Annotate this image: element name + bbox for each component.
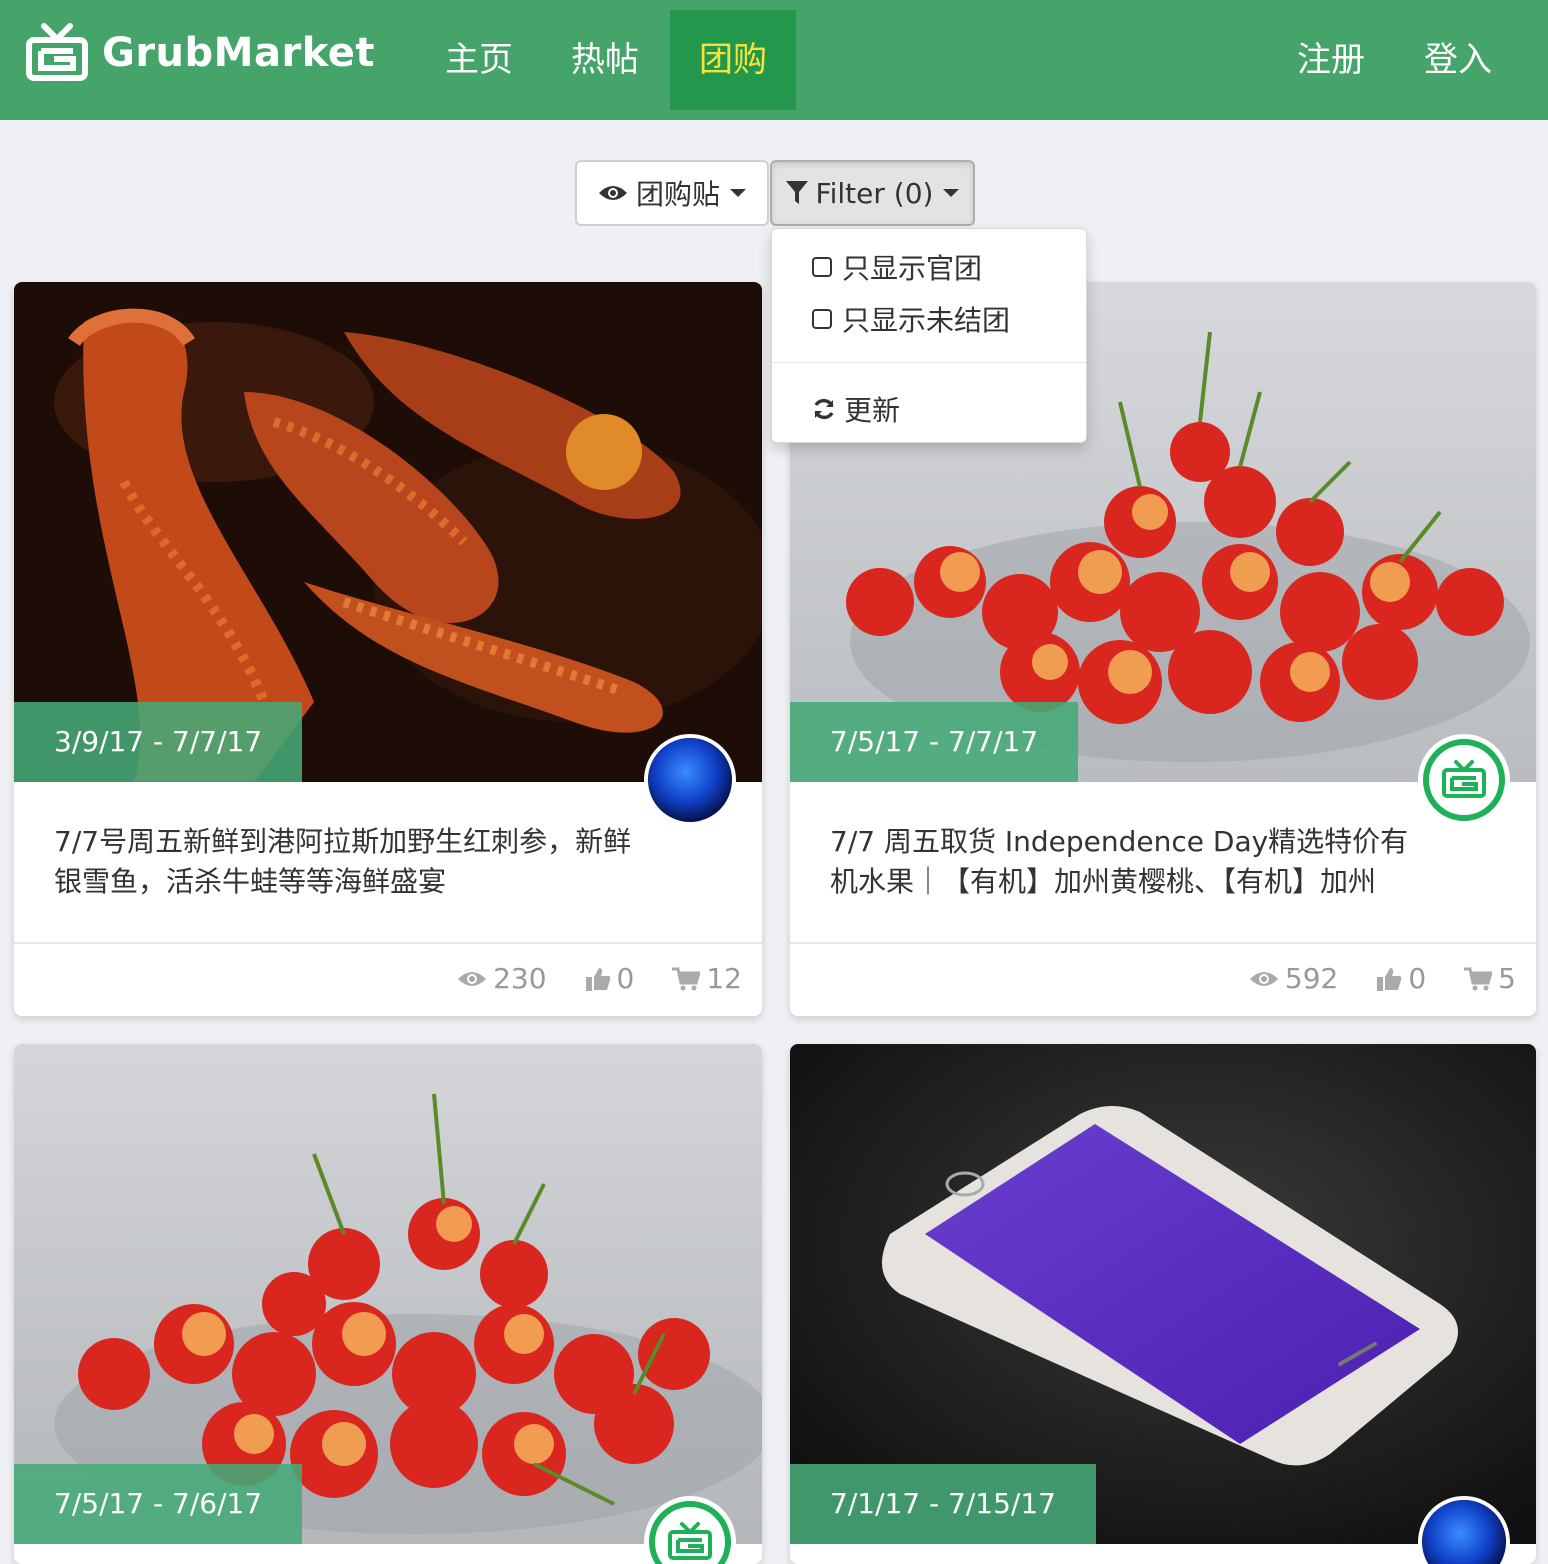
thumbs-up-icon [585,967,610,991]
filter-option-official[interactable]: 只显示官团 [812,247,982,287]
filter-dropdown-button[interactable]: Filter (0) [770,160,975,226]
group-buy-card[interactable]: 7/1/17 - 7/15/17 [790,1044,1536,1564]
brand[interactable]: GrubMarket [26,20,375,86]
filter-option-open[interactable]: 只显示未结团 [812,299,1010,339]
eye-icon [1249,971,1278,986]
nav-home[interactable]: 主页 [432,10,526,110]
likes-count: 0 [1408,962,1427,995]
card-title[interactable]: 7/7号周五新鲜到港阿拉斯加野生红刺参，新鲜银雪鱼，活杀牛蛙等等海鲜盛宴 [54,822,644,902]
filter-label: Filter (0) [815,176,934,210]
top-navbar: GrubMarket 主页 热帖 团购 注册 登入 [0,0,1548,120]
eye-icon [598,183,628,203]
group-buy-card[interactable]: 3/9/17 - 7/7/17 7/7号周五新鲜到港阿拉斯加野生红刺参，新鲜银雪… [14,282,762,1016]
blue-avatar[interactable] [644,734,736,826]
caret-down-icon [730,189,746,197]
nav-group-buy[interactable]: 团购 [670,10,796,110]
date-range-tag: 7/1/17 - 7/15/17 [790,1464,1096,1544]
date-range-tag: 7/5/17 - 7/7/17 [790,702,1079,782]
nav-login[interactable]: 登入 [1410,10,1506,110]
group-buy-card[interactable]: 7/5/17 - 7/6/17 [14,1044,762,1564]
cart-icon [672,967,701,990]
card-footer: 592 0 5 [790,942,1536,1016]
grubmarket-logo-icon [26,23,88,81]
card-title[interactable]: 7/7 周五取货 Independence Day精选特价有机水果｜【有机】加州… [830,822,1430,902]
checkbox-icon[interactable] [812,309,832,329]
date-range-tag: 7/5/17 - 7/6/17 [14,1464,303,1544]
views-stat: 592 [1249,962,1338,995]
refresh-menu-item[interactable]: 更新 [812,389,900,429]
cart-icon [1464,967,1493,990]
likes-stat[interactable]: 0 [1376,962,1426,995]
filter-option-open-label: 只显示未结团 [842,304,1011,337]
views-stat: 230 [457,962,547,995]
filter-icon [785,181,808,205]
checkbox-icon[interactable] [812,257,832,277]
nav-register[interactable]: 注册 [1284,10,1378,110]
nav-hot-posts[interactable]: 热帖 [558,10,652,110]
views-count: 592 [1284,962,1339,995]
thumbs-up-icon [1377,967,1402,991]
comments-count: 12 [706,962,742,995]
comments-count: 5 [1498,962,1516,995]
refresh-icon [812,397,836,421]
caret-down-icon [943,189,960,197]
filter-dropdown-menu: 只显示官团 只显示未结团 更新 [771,228,1087,443]
likes-stat[interactable]: 0 [585,962,635,995]
card-footer: 230 0 12 [14,942,762,1016]
views-count: 230 [493,962,547,995]
date-range-tag: 3/9/17 - 7/7/17 [14,702,303,782]
likes-count: 0 [616,962,635,995]
grubmarket-avatar[interactable] [1418,734,1510,826]
refresh-label: 更新 [844,394,901,427]
view-type-label: 团购贴 [635,178,720,211]
brand-name: GrubMarket [102,30,375,76]
filter-option-official-label: 只显示官团 [842,252,983,285]
cart-stat[interactable]: 12 [672,962,742,995]
view-type-dropdown-button[interactable]: 团购贴 [575,160,769,226]
dropdown-divider [772,362,1086,363]
eye-icon [458,971,487,986]
cart-stat[interactable]: 5 [1464,962,1516,995]
